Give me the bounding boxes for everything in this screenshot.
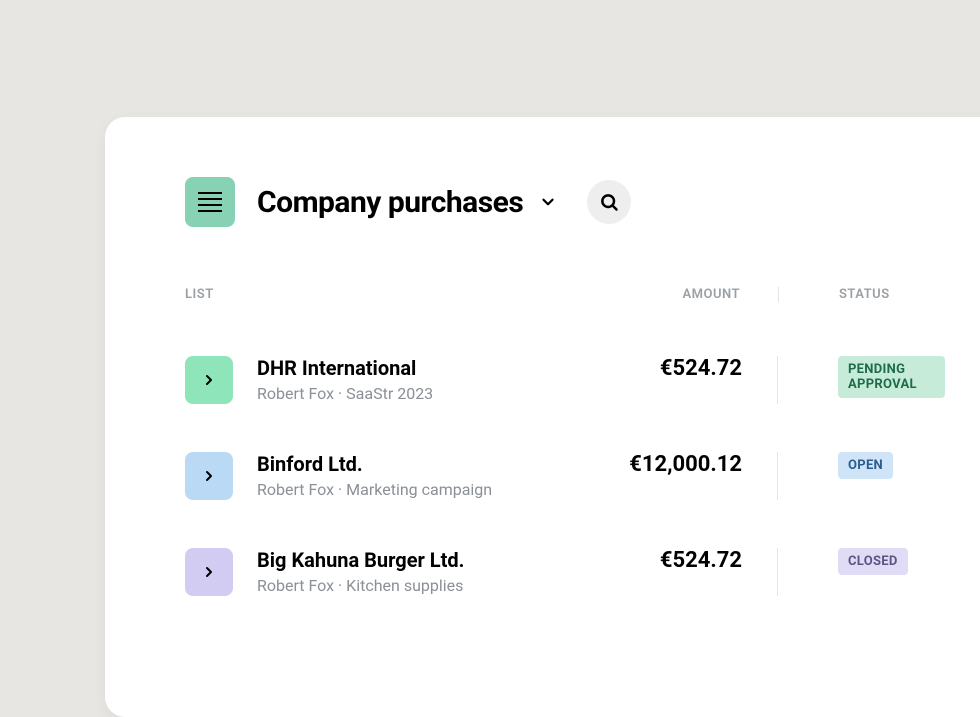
search-button[interactable] bbox=[587, 180, 631, 224]
column-status-header: STATUS bbox=[778, 287, 945, 302]
chevron-right-icon bbox=[201, 372, 217, 388]
search-icon bbox=[599, 192, 619, 212]
list-item[interactable]: Big Kahuna Burger Ltd. Robert Fox · Kitc… bbox=[185, 524, 945, 620]
item-amount: €12,000.12 bbox=[532, 452, 742, 477]
status-badge: OPEN bbox=[838, 452, 893, 479]
header: Company purchases bbox=[185, 177, 945, 227]
item-name: Big Kahuna Burger Ltd. bbox=[257, 548, 532, 572]
item-main: Big Kahuna Burger Ltd. Robert Fox · Kitc… bbox=[257, 548, 532, 595]
item-open-button[interactable] bbox=[185, 452, 233, 500]
status-badge: PENDING APPROVAL bbox=[838, 356, 945, 398]
page-title: Company purchases bbox=[257, 185, 523, 220]
item-status-cell: CLOSED bbox=[777, 548, 945, 596]
list-item[interactable]: DHR International Robert Fox · SaaStr 20… bbox=[185, 332, 945, 428]
item-subtitle: Robert Fox · Kitchen supplies bbox=[257, 576, 532, 595]
item-subtitle: Robert Fox · Marketing campaign bbox=[257, 480, 532, 499]
item-name: DHR International bbox=[257, 356, 532, 380]
main-card: Company purchases LIST AMOUNT STATUS DHR… bbox=[105, 117, 980, 717]
chevron-right-icon bbox=[201, 564, 217, 580]
status-badge: CLOSED bbox=[838, 548, 908, 575]
chevron-down-icon bbox=[539, 193, 557, 211]
item-subtitle: Robert Fox · SaaStr 2023 bbox=[257, 384, 532, 403]
purchase-list: DHR International Robert Fox · SaaStr 20… bbox=[185, 332, 945, 620]
list-item[interactable]: Binford Ltd. Robert Fox · Marketing camp… bbox=[185, 428, 945, 524]
item-amount: €524.72 bbox=[532, 356, 742, 381]
item-status-cell: OPEN bbox=[777, 452, 945, 500]
item-main: DHR International Robert Fox · SaaStr 20… bbox=[257, 356, 532, 403]
menu-button[interactable] bbox=[185, 177, 235, 227]
column-headers: LIST AMOUNT STATUS bbox=[185, 287, 945, 302]
item-amount: €524.72 bbox=[532, 548, 742, 573]
menu-icon bbox=[198, 192, 222, 212]
item-name: Binford Ltd. bbox=[257, 452, 532, 476]
item-status-cell: PENDING APPROVAL bbox=[777, 356, 945, 404]
title-dropdown[interactable]: Company purchases bbox=[257, 185, 557, 220]
item-open-button[interactable] bbox=[185, 356, 233, 404]
chevron-right-icon bbox=[201, 468, 217, 484]
item-main: Binford Ltd. Robert Fox · Marketing camp… bbox=[257, 452, 532, 499]
item-open-button[interactable] bbox=[185, 548, 233, 596]
column-list-header: LIST bbox=[185, 287, 470, 302]
column-amount-header: AMOUNT bbox=[470, 287, 740, 302]
